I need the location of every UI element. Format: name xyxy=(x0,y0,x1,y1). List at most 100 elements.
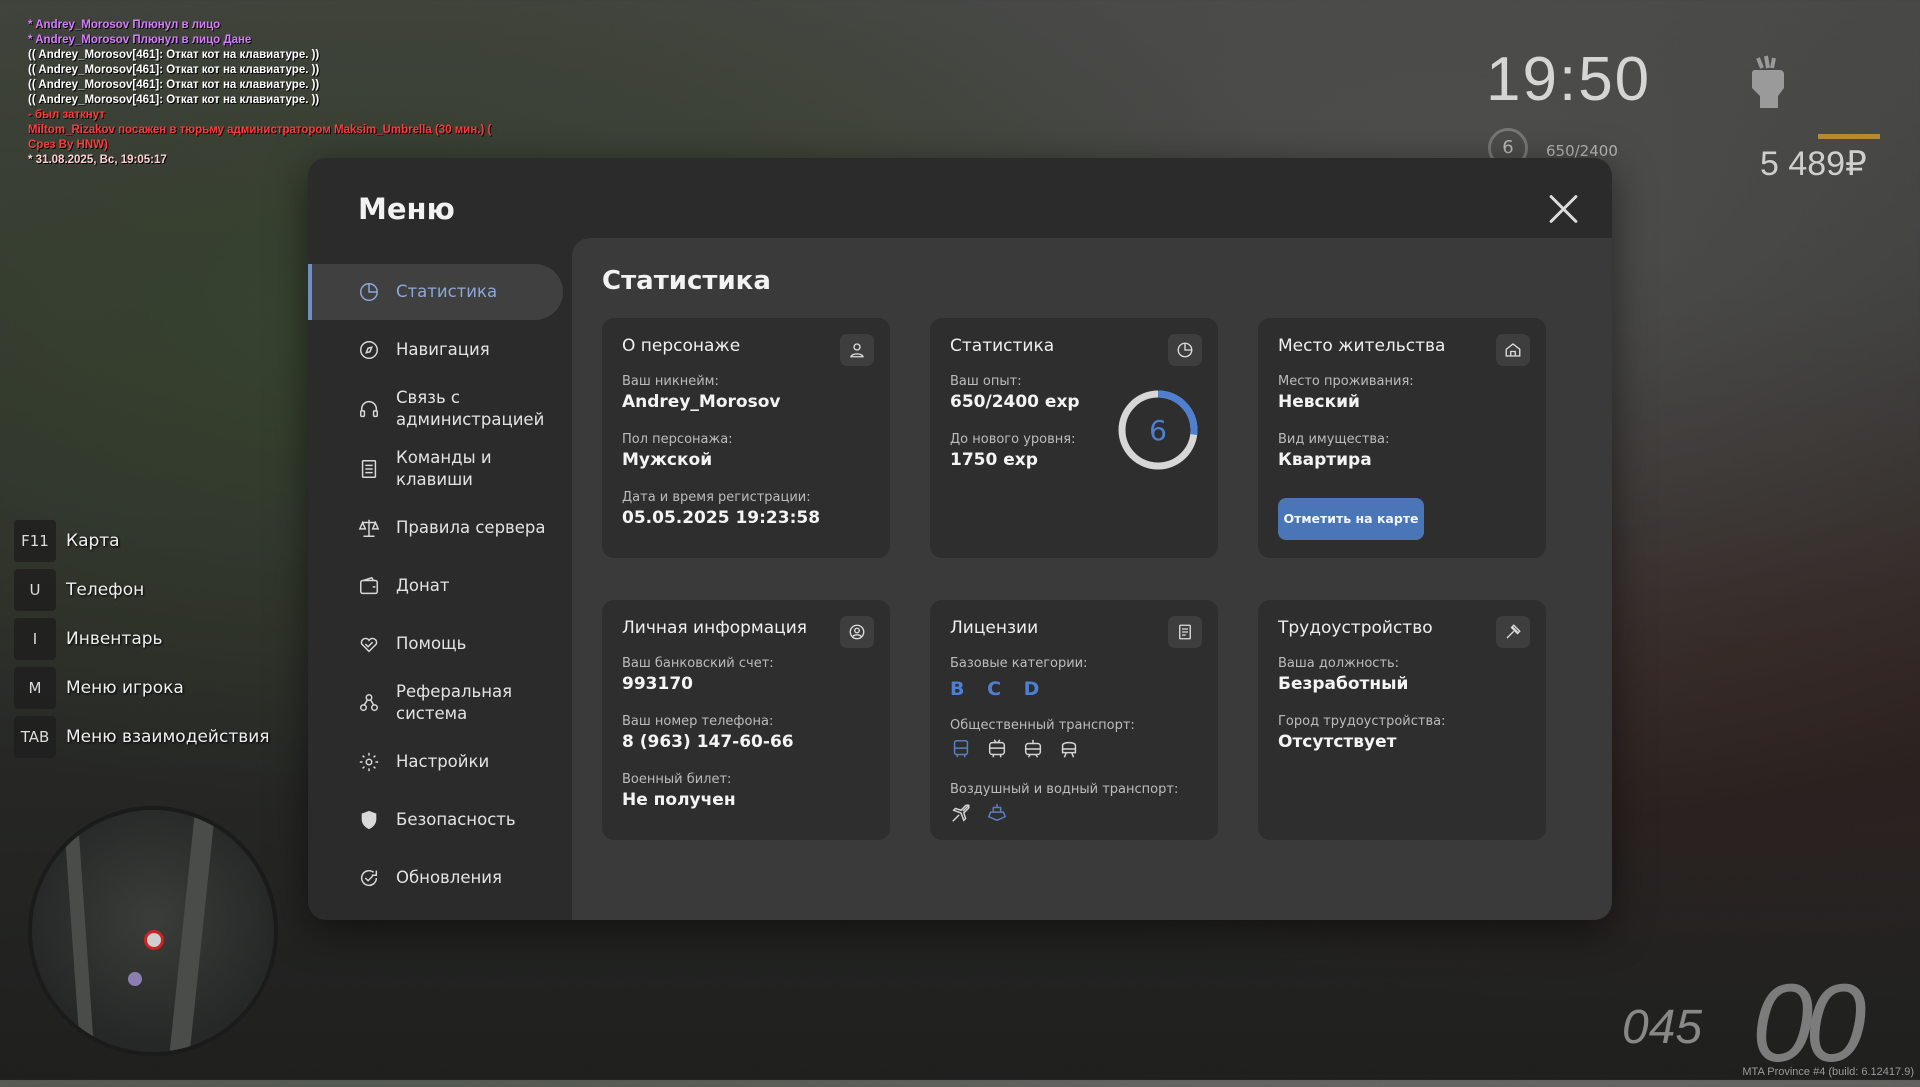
chat-line: (( Andrey_Morosov[461]: Откат кот на кла… xyxy=(28,94,320,106)
card-title: Лицензии xyxy=(950,618,1039,638)
registration-value: 05.05.2025 19:23:58 xyxy=(622,508,821,528)
chat-line: (( Andrey_Morosov[461]: Откат кот на кла… xyxy=(28,64,320,76)
card-personal-info: Личная информация Ваш банковский счет: 9… xyxy=(602,600,890,840)
phone-value: 8 (963) 147-60-66 xyxy=(622,732,794,752)
field-label: Ваш банковский счет: xyxy=(622,656,774,671)
keybind-map[interactable]: F11 Карта xyxy=(14,520,270,562)
nav-item-donate[interactable]: Донат xyxy=(308,558,563,614)
keybind-list: F11 Карта U Телефон I Инвентарь M Меню игрок… xyxy=(14,520,270,765)
nav-label: Навигация xyxy=(396,340,490,359)
minimap-road xyxy=(167,810,217,1052)
nav-item-settings[interactable]: Настройки xyxy=(308,734,563,790)
residence-place-value: Невский xyxy=(1278,392,1360,412)
trolleybus-icon xyxy=(988,739,1006,758)
content-panel: Статистика О персонаже Ваш никнейм: Andr… xyxy=(572,238,1612,920)
nav-item-security[interactable]: Безопасность xyxy=(308,792,563,848)
chat-line: - был заткнут xyxy=(28,109,105,121)
next-level-value: 1750 exp xyxy=(950,450,1038,470)
field-label: Базовые категории: xyxy=(950,656,1088,671)
nav-item-help[interactable]: Помощь xyxy=(308,616,563,672)
hud-money-bar xyxy=(1818,134,1880,139)
nav-label: Реферальная система xyxy=(396,682,513,723)
keybind-label: Меню взаимодействия xyxy=(66,727,270,747)
chat-line: * Andrey_Morosov Плюнул в лицо xyxy=(28,19,221,31)
card-title: Личная информация xyxy=(622,618,808,638)
close-button[interactable] xyxy=(1546,192,1580,226)
chart-pie-icon xyxy=(360,283,378,301)
section-title: Статистика xyxy=(602,266,771,296)
field-label: До нового уровня: xyxy=(950,432,1076,447)
job-city-value: Отсутствует xyxy=(1278,732,1397,752)
field-label: Ваш никнейм: xyxy=(622,374,719,389)
keybind-label: Инвентарь xyxy=(66,629,163,649)
nav-item-updates[interactable]: Обновления xyxy=(308,850,563,906)
field-label: Ваша должность: xyxy=(1278,656,1400,671)
keybind-phone[interactable]: U Телефон xyxy=(14,569,270,611)
field-label: Общественный транспорт: xyxy=(950,718,1135,733)
keybind-inventory[interactable]: I Инвентарь xyxy=(14,618,270,660)
minimap-blip xyxy=(128,972,142,986)
military-id-value: Не получен xyxy=(622,790,736,810)
metro-icon xyxy=(1061,741,1077,758)
field-label: Место проживания: xyxy=(1278,374,1414,389)
field-label: Дата и время регистрации: xyxy=(622,490,811,505)
nav-item-admin-contact[interactable]: Связь с администрацией xyxy=(308,380,563,438)
public-transport-icons xyxy=(950,738,1080,760)
hammer-icon xyxy=(1506,624,1521,639)
nav-label: Статистика xyxy=(396,282,498,301)
scales-icon xyxy=(358,519,380,537)
exp-value: 650/2400 exp xyxy=(950,392,1080,412)
field-label: Город трудоустройства: xyxy=(1278,714,1446,729)
menu-title: Меню xyxy=(358,192,455,226)
level-progress-ring: 6 xyxy=(1118,390,1198,470)
mark-on-map-button[interactable]: Отметить на карте xyxy=(1278,498,1424,540)
gender-value: Мужской xyxy=(622,450,713,470)
chat-line: Miltom_Rizakov посажен в тюрьму админист… xyxy=(28,124,492,136)
field-label: Ваш опыт: xyxy=(950,374,1022,389)
keybind-player-menu[interactable]: M Меню игрока xyxy=(14,667,270,709)
key-cap: I xyxy=(14,618,56,660)
menu-sidebar: Статистика Навигация Связь с администрац… xyxy=(308,264,563,908)
level-number: 6 xyxy=(1149,414,1167,447)
handshake-heart-icon xyxy=(360,637,378,653)
minimap[interactable] xyxy=(28,806,278,1056)
fist-icon xyxy=(1751,55,1784,108)
nav-label: Связь с администрацией xyxy=(396,388,545,429)
nav-label: Настройки xyxy=(396,752,490,771)
key-cap: M xyxy=(14,667,56,709)
keybind-interaction-menu[interactable]: TAB Меню взаимодействия xyxy=(14,716,270,758)
shield-icon xyxy=(361,810,377,830)
card-character: О персонаже Ваш никнейм: Andrey_Morosov … xyxy=(602,318,890,558)
field-label: Вид имущества: xyxy=(1278,432,1390,447)
house-icon xyxy=(1505,343,1521,357)
keybind-label: Карта xyxy=(66,531,120,551)
nav-item-referral[interactable]: Реферальная система xyxy=(308,674,563,732)
card-icon-button xyxy=(840,616,874,648)
tram-icon xyxy=(1024,739,1042,758)
bus-icon xyxy=(953,740,969,758)
field-label: Военный билет: xyxy=(622,772,732,787)
nav-item-statistics[interactable]: Статистика xyxy=(308,264,563,320)
key-cap: U xyxy=(14,569,56,611)
gear-icon xyxy=(359,752,379,772)
build-info: MTA Province #4 (build: 6.12417.9) xyxy=(1742,1066,1914,1078)
field-label: Воздушный и водный транспорт: xyxy=(950,782,1179,797)
nav-item-commands[interactable]: Команды и клавиши xyxy=(308,440,563,498)
minimap-player-marker xyxy=(144,930,164,950)
bank-account-value: 993170 xyxy=(622,674,693,694)
nav-item-navigation[interactable]: Навигация xyxy=(308,322,563,378)
minimap-road xyxy=(62,810,96,1052)
card-statistics: Статистика Ваш опыт: 650/2400 exp До нов… xyxy=(930,318,1218,558)
headset-icon xyxy=(360,401,378,418)
chat-line: * Andrey_Morosov Плюнул в лицо Дане xyxy=(28,34,252,46)
hud-money: 5 489₽ xyxy=(1760,145,1867,183)
card-icon-button xyxy=(1496,334,1530,366)
card-title: Трудоустройство xyxy=(1278,618,1433,638)
nav-label: Помощь xyxy=(396,634,467,653)
field-label: Пол персонажа: xyxy=(622,432,733,447)
refresh-check-icon xyxy=(361,869,378,887)
referral-people-icon xyxy=(360,694,378,712)
nav-item-rules[interactable]: Правила сервера xyxy=(308,500,563,556)
compass-icon xyxy=(360,341,378,359)
nav-label: Правила сервера xyxy=(396,518,546,537)
